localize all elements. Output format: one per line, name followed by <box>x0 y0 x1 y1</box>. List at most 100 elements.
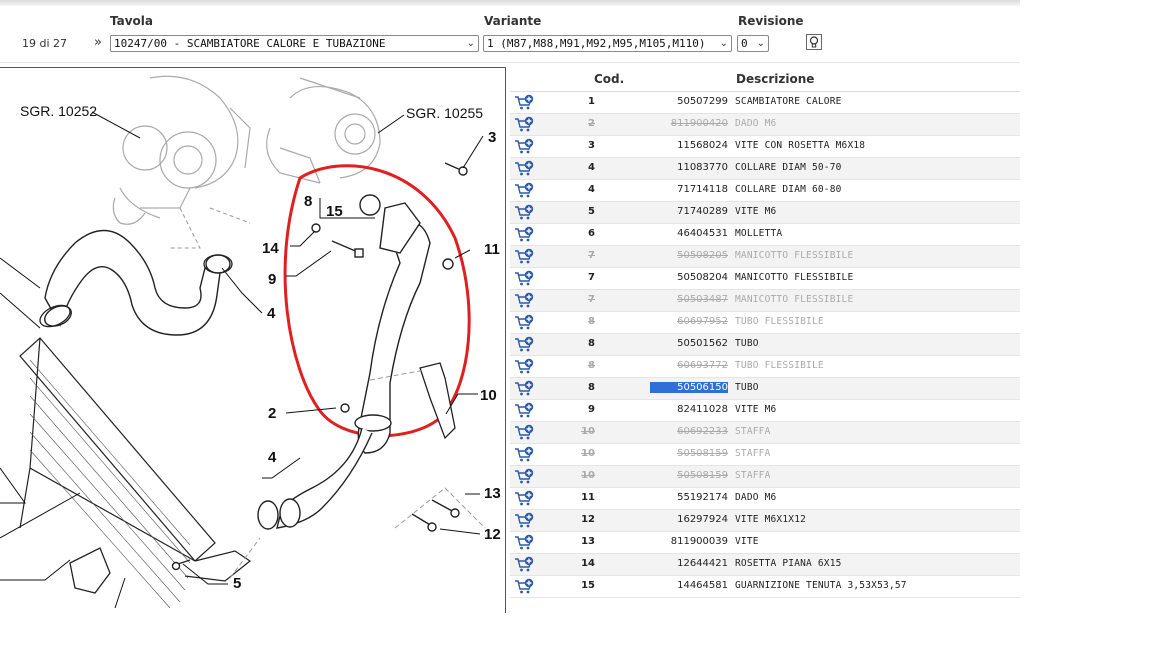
table-row[interactable]: 1 50507299 SCAMBIATORE CALORE <box>510 92 1020 114</box>
part-description: COLLARE DIAM 60-80 <box>735 184 842 195</box>
add-to-cart-icon[interactable] <box>514 490 534 507</box>
add-to-cart-icon[interactable] <box>514 424 534 441</box>
part-code: 16297924 <box>677 514 728 525</box>
part-number: 8 <box>588 338 595 349</box>
add-to-cart-icon[interactable] <box>514 204 534 221</box>
chevron-down-icon: ⌄ <box>719 38 728 49</box>
tavola-select[interactable]: 10247/00 - SCAMBIATORE CALORE E TUBAZION… <box>110 35 479 52</box>
callout-9: 9 <box>268 271 276 288</box>
table-row[interactable]: 14 12644421 ROSETTA PIANA 6X15 <box>510 554 1020 576</box>
table-row[interactable]: 2 811900420 DADO M6 <box>510 114 1020 136</box>
add-to-cart-icon[interactable] <box>514 270 534 287</box>
part-description: VITE M6X1X12 <box>735 514 807 525</box>
table-row[interactable]: 13 811900039 VITE <box>510 532 1020 554</box>
leader-line <box>91 111 141 139</box>
table-header: Cod. Descrizione <box>510 67 1020 92</box>
table-row[interactable]: 11 55192174 DADO M6 <box>510 488 1020 510</box>
part-description: GUARNIZIONE TENUTA 3,53X53,57 <box>735 580 907 591</box>
add-to-cart-icon[interactable] <box>514 248 534 265</box>
part-code: 71714118 <box>677 184 728 195</box>
table-row[interactable]: 6 46404531 MOLLETTA <box>510 224 1020 246</box>
add-to-cart-icon[interactable] <box>514 182 534 199</box>
add-to-cart-icon[interactable] <box>514 578 534 595</box>
exploded-parts-drawing[interactable]: SGR. 10252 SGR. 10255 3 8 15 14 11 9 4 2… <box>0 67 506 613</box>
next-nav-link[interactable]: » <box>94 35 102 50</box>
add-to-cart-icon[interactable] <box>514 534 534 551</box>
table-row[interactable]: 7 50503487 MANICOTTO FLESSIBILE <box>510 290 1020 312</box>
callout-4-lower: 4 <box>268 449 277 466</box>
leader-line <box>377 114 405 134</box>
part-description: TUBO FLESSIBILE <box>735 316 824 327</box>
add-to-cart-icon[interactable] <box>514 402 534 419</box>
part-code: 50501562 <box>677 338 728 349</box>
add-to-cart-icon[interactable] <box>514 556 534 573</box>
part-number: 7 <box>588 294 595 305</box>
part-code: 60693772 <box>677 360 728 371</box>
variante-select-value: 1 (M87,M88,M91,M92,M95,M105,M110) <box>487 37 706 50</box>
add-to-cart-icon[interactable] <box>514 512 534 529</box>
add-to-cart-icon[interactable] <box>514 468 534 485</box>
part-number: 11 <box>581 492 595 503</box>
header-separator <box>0 62 1020 63</box>
part-code: 12644421 <box>677 558 728 569</box>
revisione-select-value: 0 <box>741 37 748 50</box>
add-to-cart-icon[interactable] <box>514 116 534 133</box>
table-row[interactable]: 10 50508159 STAFFA <box>510 444 1020 466</box>
revisione-select[interactable]: 0 ⌄ <box>737 35 769 52</box>
add-to-cart-icon[interactable] <box>514 446 534 463</box>
add-to-cart-icon[interactable] <box>514 94 534 111</box>
add-to-cart-icon[interactable] <box>514 380 534 397</box>
table-row[interactable]: 3 11568024 VITE CON ROSETTA M6X18 <box>510 136 1020 158</box>
callout-13: 13 <box>484 485 501 502</box>
table-row[interactable]: 7 50508204 MANICOTTO FLESSIBILE <box>510 268 1020 290</box>
table-row[interactable]: 15 14464581 GUARNIZIONE TENUTA 3,53X53,57 <box>510 576 1020 598</box>
add-to-cart-icon[interactable] <box>514 226 534 243</box>
table-row[interactable]: 8 60693772 TUBO FLESSIBILE <box>510 356 1020 378</box>
add-to-cart-icon[interactable] <box>514 160 534 177</box>
part-code: 71740289 <box>677 206 728 217</box>
part-code: 14464581 <box>677 580 728 591</box>
part-code: 55192174 <box>677 492 728 503</box>
page-counter: 19 di 27 <box>22 37 68 50</box>
add-to-cart-icon[interactable] <box>514 138 534 155</box>
add-to-cart-icon[interactable] <box>514 314 534 331</box>
add-to-cart-icon[interactable] <box>514 358 534 375</box>
part-code: 811900039 <box>670 536 728 547</box>
parts-diagram: SGR. 10252 SGR. 10255 3 8 15 14 11 9 4 2… <box>0 75 501 609</box>
table-row[interactable]: 7 50508205 MANICOTTO FLESSIBILE <box>510 246 1020 268</box>
table-row[interactable]: 4 11083770 COLLARE DIAM 50-70 <box>510 158 1020 180</box>
table-row[interactable]: 8 50501562 TUBO <box>510 334 1020 356</box>
part-description: MOLLETTA <box>735 228 783 239</box>
part-number: 15 <box>581 580 595 591</box>
table-row[interactable]: 12 16297924 VITE M6X1X12 <box>510 510 1020 532</box>
top-border <box>0 0 1020 6</box>
table-row[interactable]: 9 82411028 VITE M6 <box>510 400 1020 422</box>
part-number: 7 <box>588 250 595 261</box>
table-row[interactable]: 5 71740289 VITE M6 <box>510 202 1020 224</box>
add-to-cart-icon[interactable] <box>514 292 534 309</box>
part-number: 10 <box>581 448 595 459</box>
hose-upper-left <box>44 229 231 336</box>
col-header-cod: Cod. <box>594 72 625 86</box>
callout-11: 11 <box>484 241 500 258</box>
part-description: TUBO FLESSIBILE <box>735 360 824 371</box>
lightbulb-icon[interactable] <box>806 34 822 50</box>
turbo-left-sketch <box>112 75 251 225</box>
add-to-cart-icon[interactable] <box>514 336 534 353</box>
callout-15: 15 <box>326 203 343 220</box>
table-row[interactable]: 10 50508159 STAFFA <box>510 466 1020 488</box>
part-code: 50508159 <box>677 448 728 459</box>
callout-5: 5 <box>233 575 241 592</box>
part-code: 811900420 <box>670 118 728 129</box>
table-row[interactable]: 8 60697952 TUBO FLESSIBILE <box>510 312 1020 334</box>
part-description: TUBO <box>735 338 759 349</box>
table-row[interactable]: 4 71714118 COLLARE DIAM 60-80 <box>510 180 1020 202</box>
part-description: VITE <box>735 536 759 547</box>
part-code: 46404531 <box>677 228 728 239</box>
variante-select[interactable]: 1 (M87,M88,M91,M92,M95,M105,M110) ⌄ <box>483 35 732 52</box>
table-row[interactable]: 8 50506150 TUBO <box>510 378 1020 400</box>
table-row[interactable]: 10 60692233 STAFFA <box>510 422 1020 444</box>
part-description: MANICOTTO FLESSIBILE <box>735 272 854 283</box>
part-number: 8 <box>588 316 595 327</box>
part-code: 50508205 <box>677 250 728 261</box>
